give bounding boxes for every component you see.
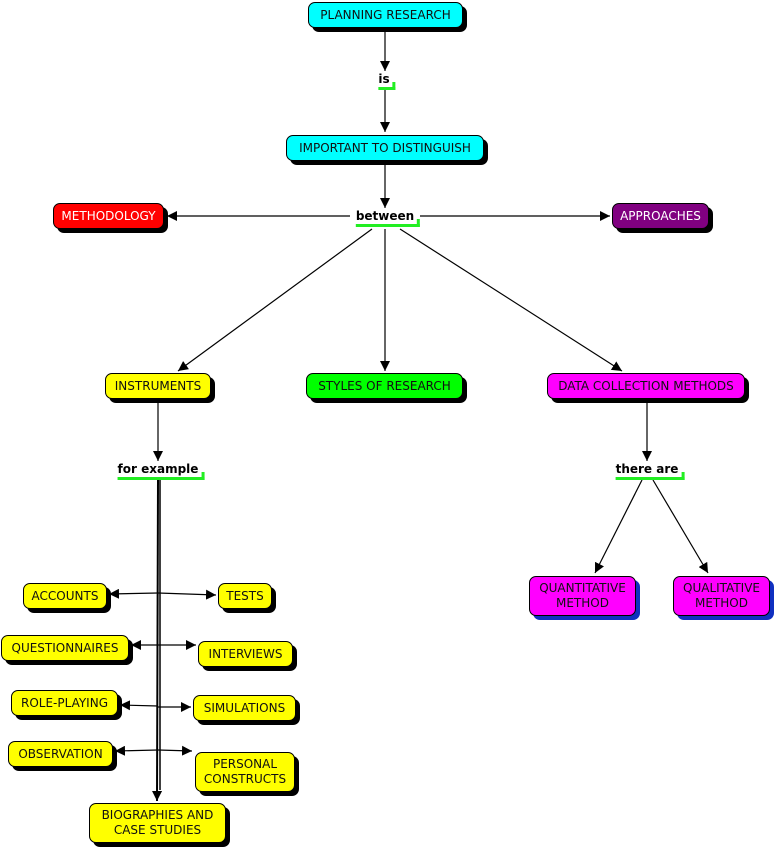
line-roleplaying — [119, 700, 159, 711]
node-methodology[interactable]: METHODOLOGY — [53, 203, 164, 229]
line-personal — [157, 745, 193, 756]
node-questionnaires[interactable]: QUESTIONNAIRES — [1, 635, 129, 661]
node-instruments[interactable]: INSTRUMENTS — [105, 373, 211, 399]
node-simulations[interactable]: SIMULATIONS — [193, 695, 296, 721]
line-between-datacollection — [399, 228, 623, 372]
node-observation[interactable]: OBSERVATION — [8, 741, 113, 767]
node-biographies-case-studies[interactable]: BIOGRAPHIES AND CASE STUDIES — [89, 803, 226, 843]
node-tests[interactable]: TESTS — [218, 583, 272, 609]
line-tests — [157, 589, 217, 600]
node-quantitative-method[interactable]: QUANTITATIVE METHOD — [529, 576, 636, 616]
node-interviews[interactable]: INTERVIEWS — [198, 641, 293, 667]
node-accounts[interactable]: ACCOUNTS — [23, 583, 107, 609]
link-label-between: between — [352, 209, 421, 227]
node-personal-constructs[interactable]: PERSONAL CONSTRUCTS — [195, 752, 295, 792]
line-observation — [114, 745, 159, 756]
line-thereare-quantitative — [594, 479, 643, 574]
line-forexample-biographies — [152, 479, 163, 802]
node-planning-research[interactable]: PLANNING RESEARCH — [308, 2, 463, 28]
node-styles-of-research[interactable]: STYLES OF RESEARCH — [306, 373, 463, 399]
line-thereare-qualitative — [652, 479, 709, 574]
node-qualitative-method[interactable]: QUALITATIVE METHOD — [673, 576, 770, 616]
node-data-collection-methods[interactable]: DATA COLLECTION METHODS — [547, 373, 745, 399]
line-accounts — [108, 588, 159, 599]
link-label-there-are: there are — [612, 462, 685, 480]
connection-lines — [108, 30, 709, 802]
node-approaches[interactable]: APPROACHES — [612, 203, 709, 229]
node-important-to-distinguish[interactable]: IMPORTANT TO DISTINGUISH — [286, 135, 484, 161]
line-between-instruments — [177, 228, 373, 372]
link-label-for-example: for example — [114, 462, 205, 480]
node-role-playing[interactable]: ROLE-PLAYING — [11, 690, 118, 716]
link-label-is: is — [375, 72, 396, 90]
